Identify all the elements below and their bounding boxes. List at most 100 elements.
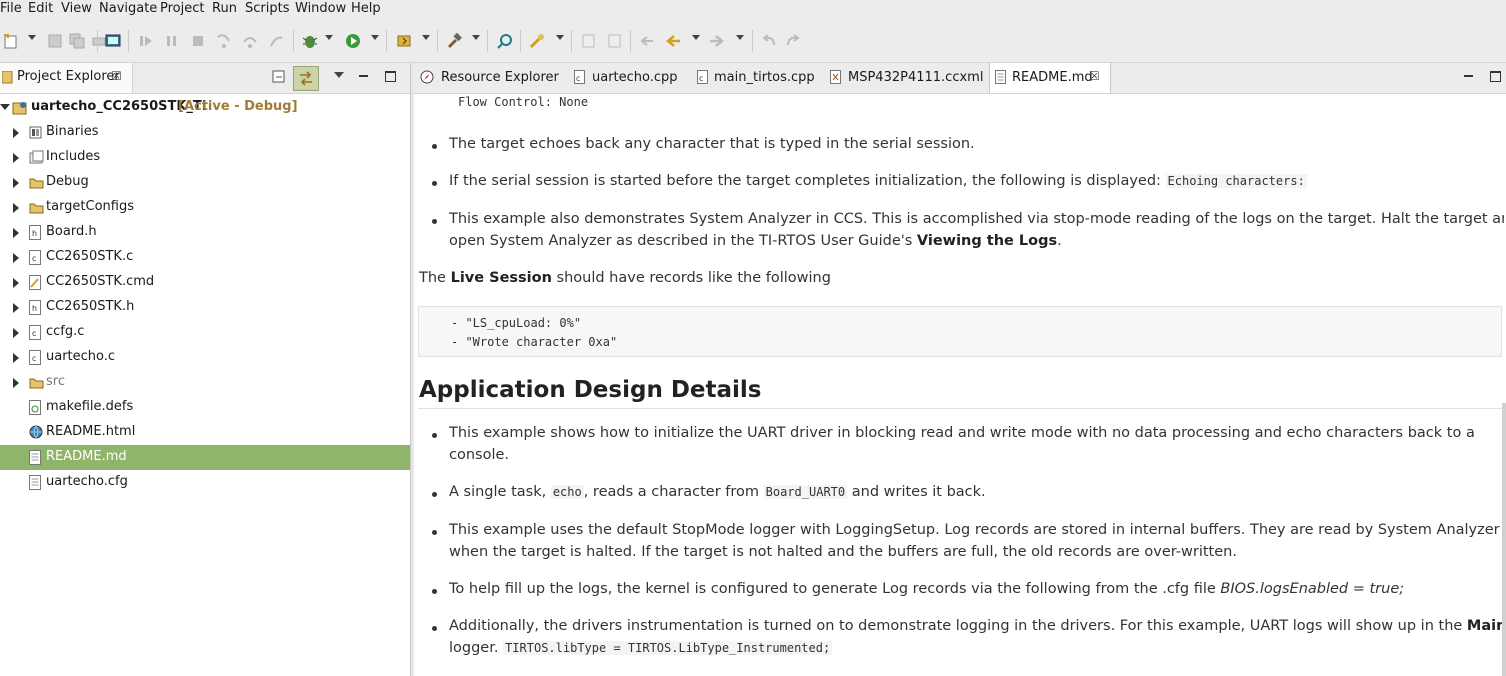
tree-item-label: uartecho.cfg	[46, 474, 128, 489]
terminate-icon[interactable]	[189, 32, 207, 50]
text-file-icon	[29, 475, 44, 490]
menu-view[interactable]: View	[61, 0, 92, 18]
tree-item-debug[interactable]: Debug	[0, 170, 410, 195]
svg-text:c: c	[576, 74, 580, 83]
tree-item-includes[interactable]: Includes	[0, 145, 410, 170]
suspend-icon[interactable]	[163, 32, 181, 50]
search-icon[interactable]	[496, 32, 514, 50]
menu-run[interactable]: Run	[212, 0, 237, 18]
code-line: - "LS_cpuLoad: 0%"	[451, 316, 582, 330]
new-icon[interactable]	[2, 32, 20, 50]
step-into-icon[interactable]	[215, 32, 233, 50]
close-icon[interactable]: ☒	[111, 69, 122, 83]
project-status: [Active - Debug]	[178, 99, 298, 114]
build-dropdown-icon[interactable]	[472, 35, 480, 40]
tree-item-readme-md[interactable]: README.md	[0, 445, 410, 470]
expand-arrow-icon[interactable]	[13, 253, 19, 263]
tree-item-uartecho-cfg[interactable]: uartecho.cfg	[0, 470, 410, 495]
expand-arrow-icon[interactable]	[13, 328, 19, 338]
paragraph-text: The	[419, 270, 446, 286]
header-file-icon: h	[29, 225, 44, 240]
undo-icon[interactable]	[760, 32, 778, 50]
build-hammer-icon[interactable]	[445, 32, 463, 50]
flash-icon[interactable]	[395, 32, 413, 50]
paragraph-text: .	[1057, 233, 1062, 249]
next-annotation-icon[interactable]	[580, 32, 598, 50]
expand-arrow-icon[interactable]	[13, 128, 19, 138]
tree-item-readme-html[interactable]: README.html	[0, 420, 410, 445]
expand-arrow-icon[interactable]	[13, 153, 19, 163]
link-with-editor-icon[interactable]	[293, 66, 319, 91]
maximize-icon[interactable]	[385, 71, 396, 82]
vertical-scrollbar[interactable]	[1502, 403, 1506, 676]
perspective-dropdown-icon[interactable]	[556, 35, 564, 40]
expand-arrow-icon[interactable]	[13, 278, 19, 288]
open-perspective-icon[interactable]	[528, 32, 546, 50]
tab-main-tirtos-cpp[interactable]: c main_tirtos.cpp	[692, 63, 816, 93]
run-dropdown-icon[interactable]	[371, 35, 379, 40]
save-icon[interactable]	[46, 32, 64, 50]
tree-item-board-h[interactable]: h Board.h	[0, 220, 410, 245]
menu-file[interactable]: File	[0, 0, 22, 18]
close-icon[interactable]: ☒	[1089, 69, 1100, 83]
run-icon[interactable]	[344, 32, 362, 50]
forward-arrow-icon[interactable]	[708, 32, 726, 50]
expand-arrow-icon[interactable]	[13, 378, 19, 388]
tree-item-binaries[interactable]: Binaries	[0, 120, 410, 145]
menu-window[interactable]: Window	[295, 0, 346, 18]
tree-item-src[interactable]: src	[0, 370, 410, 395]
bold-text: Live Session	[450, 270, 552, 286]
expanded-arrow-icon[interactable]	[0, 104, 10, 110]
debug-dropdown-icon[interactable]	[325, 35, 333, 40]
new-dropdown-icon[interactable]	[28, 35, 36, 40]
redo-icon[interactable]	[784, 32, 802, 50]
tree-item-cc2650stk-c[interactable]: c CC2650STK.c	[0, 245, 410, 270]
tree-item-ccfg-c[interactable]: c ccfg.c	[0, 320, 410, 345]
step-over-icon[interactable]	[241, 32, 259, 50]
bullet	[432, 626, 437, 631]
menu-scripts[interactable]: Scripts	[245, 0, 289, 18]
back-dropdown-icon[interactable]	[692, 35, 700, 40]
menu-help[interactable]: Help	[351, 0, 381, 18]
expand-arrow-icon[interactable]	[13, 353, 19, 363]
tree-item-uartecho-c[interactable]: c uartecho.c	[0, 345, 410, 370]
flash-dropdown-icon[interactable]	[422, 35, 430, 40]
save-all-icon[interactable]	[68, 32, 86, 50]
expand-arrow-icon[interactable]	[13, 303, 19, 313]
menu-project[interactable]: Project	[160, 0, 204, 18]
step-return-icon[interactable]	[267, 32, 285, 50]
collapse-all-icon[interactable]	[272, 70, 286, 84]
svg-text:c: c	[32, 354, 36, 363]
tree-item-makefile-defs[interactable]: makefile.defs	[0, 395, 410, 420]
paragraph-text: A single task,	[449, 484, 547, 500]
menu-edit[interactable]: Edit	[28, 0, 53, 18]
debug-bug-icon[interactable]	[301, 32, 319, 50]
tab-uartecho-cpp[interactable]: c uartecho.cpp	[568, 63, 678, 93]
view-menu-icon[interactable]	[334, 72, 344, 78]
menu-navigate[interactable]: Navigate	[99, 0, 157, 18]
tab-msp432-ccxml[interactable]: MSP432P4111.ccxml	[826, 63, 983, 93]
back-arrow-icon[interactable]	[664, 32, 682, 50]
tree-item-cc2650stk-h[interactable]: h CC2650STK.h	[0, 295, 410, 320]
forward-dropdown-icon[interactable]	[736, 35, 744, 40]
tab-readme-md[interactable]: README.md ☒	[989, 63, 1111, 93]
tree-item-cc2650stk-cmd[interactable]: CC2650STK.cmd	[0, 270, 410, 295]
expand-arrow-icon[interactable]	[13, 178, 19, 188]
bold-text: Main	[1466, 618, 1504, 634]
prev-annotation-icon[interactable]	[606, 32, 624, 50]
expand-arrow-icon[interactable]	[13, 228, 19, 238]
maximize-icon[interactable]	[1490, 71, 1501, 82]
c-file-icon: c	[29, 250, 44, 265]
tree-item-targetconfigs[interactable]: targetConfigs	[0, 195, 410, 220]
last-edit-icon[interactable]	[638, 32, 656, 50]
minimize-icon[interactable]	[359, 75, 368, 77]
expand-arrow-icon[interactable]	[13, 203, 19, 213]
tab-project-explorer[interactable]: Project Explorer ☒	[0, 63, 133, 93]
resume-icon[interactable]	[137, 32, 155, 50]
minimize-icon[interactable]	[1464, 75, 1473, 77]
tab-resource-explorer[interactable]: Resource Explorer	[414, 63, 560, 93]
terminal-icon[interactable]	[104, 32, 122, 50]
paragraph: This example also demonstrates System An…	[449, 211, 1504, 227]
toolbar-separator	[128, 30, 129, 52]
project-root-row[interactable]: uartecho_CC2650STK_TI [Active - Debug]	[0, 95, 410, 120]
